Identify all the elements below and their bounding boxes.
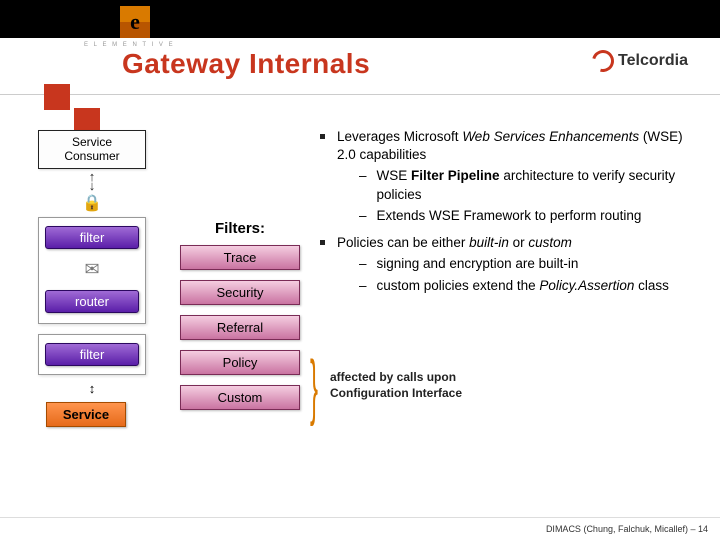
bullet-square-icon	[320, 134, 325, 139]
sub-text: signing and encryption are built-in	[377, 255, 579, 273]
affected-line2: Configuration Interface	[330, 386, 462, 402]
filter2-box: filter	[45, 343, 139, 366]
filter-security: Security	[180, 280, 300, 305]
filter-box: filter	[45, 226, 139, 249]
filter-policy: Policy	[180, 350, 300, 375]
bullet-text-italic: Web Services Enhancements	[462, 129, 639, 144]
sub-text: Extends WSE Framework to perform routing	[377, 207, 642, 225]
e-logo-glyph: e	[130, 9, 140, 35]
mail-icon: ✉	[45, 259, 139, 280]
sub-text-italic: Policy.Assertion	[539, 278, 634, 293]
footer-text: DIMACS (Chung, Falchuk, Micallef) – 14	[546, 524, 708, 534]
router-box: router	[45, 290, 139, 313]
bullet-text-italic: built-in	[469, 235, 509, 250]
filter-router-group: filter ✉ router	[38, 217, 146, 324]
sub-bullet: –Extends WSE Framework to perform routin…	[359, 207, 690, 225]
bullet-text: or	[509, 235, 529, 250]
service-consumer-box: Service Consumer	[38, 130, 146, 169]
bullet-1-text: Leverages Microsoft Web Services Enhance…	[337, 128, 690, 228]
bullet-text: Leverages Microsoft	[337, 129, 462, 144]
sub-text: custom policies extend the	[377, 278, 540, 293]
affected-line1: affected by calls upon	[330, 370, 462, 386]
bullet-square-icon	[320, 240, 325, 245]
service-consumer-line1: Service	[41, 135, 143, 149]
pipeline-column: Service Consumer ↑↓ 🔒 filter ✉ router fi…	[38, 130, 146, 427]
filter2-group: filter	[38, 334, 146, 375]
filters-column: Filters: Trace Security Referral Policy …	[180, 220, 300, 420]
red-square-icon	[44, 84, 70, 110]
curly-brace-icon: }	[310, 345, 318, 428]
elementive-logo: e	[120, 6, 150, 38]
dash-icon: –	[359, 277, 367, 295]
filter-trace: Trace	[180, 245, 300, 270]
bullet-content: Leverages Microsoft Web Services Enhance…	[320, 128, 690, 304]
filter-referral: Referral	[180, 315, 300, 340]
sub-bullet: –custom policies extend the Policy.Asser…	[359, 277, 669, 295]
top-bar	[0, 0, 720, 38]
lock-icon: 🔒	[38, 193, 146, 213]
bullet-1: Leverages Microsoft Web Services Enhance…	[320, 128, 690, 228]
footer-divider	[0, 517, 720, 518]
dash-icon: –	[359, 167, 367, 203]
bullet-2: Policies can be either built-in or custo…	[320, 234, 690, 298]
affected-note: affected by calls upon Configuration Int…	[330, 370, 462, 401]
sub-bullet: –signing and encryption are built-in	[359, 255, 669, 273]
dash-icon: –	[359, 255, 367, 273]
sub-bullet: –WSE Filter Pipeline architecture to ver…	[359, 167, 690, 203]
service-box: Service	[46, 402, 126, 427]
sub-text: WSE	[377, 168, 412, 183]
sub-text: class	[634, 278, 669, 293]
double-arrow-icon: ↑↓	[38, 172, 146, 190]
dash-icon: –	[359, 207, 367, 225]
bullet-2-text: Policies can be either built-in or custo…	[337, 234, 669, 298]
service-consumer-line2: Consumer	[41, 149, 143, 163]
telcordia-text: Telcordia	[618, 52, 688, 70]
double-arrow-icon: ↕	[38, 381, 146, 396]
telcordia-logo: Telcordia	[592, 50, 688, 72]
bullet-text: Policies can be either	[337, 235, 469, 250]
bullet-text-italic: custom	[528, 235, 572, 250]
title-underline	[0, 94, 720, 95]
page-title: Gateway Internals	[122, 48, 370, 80]
filter-custom: Custom	[180, 385, 300, 410]
filters-heading: Filters:	[180, 220, 300, 237]
sub-text-bold: Filter Pipeline	[411, 168, 500, 183]
telcordia-ring-icon	[588, 46, 618, 76]
